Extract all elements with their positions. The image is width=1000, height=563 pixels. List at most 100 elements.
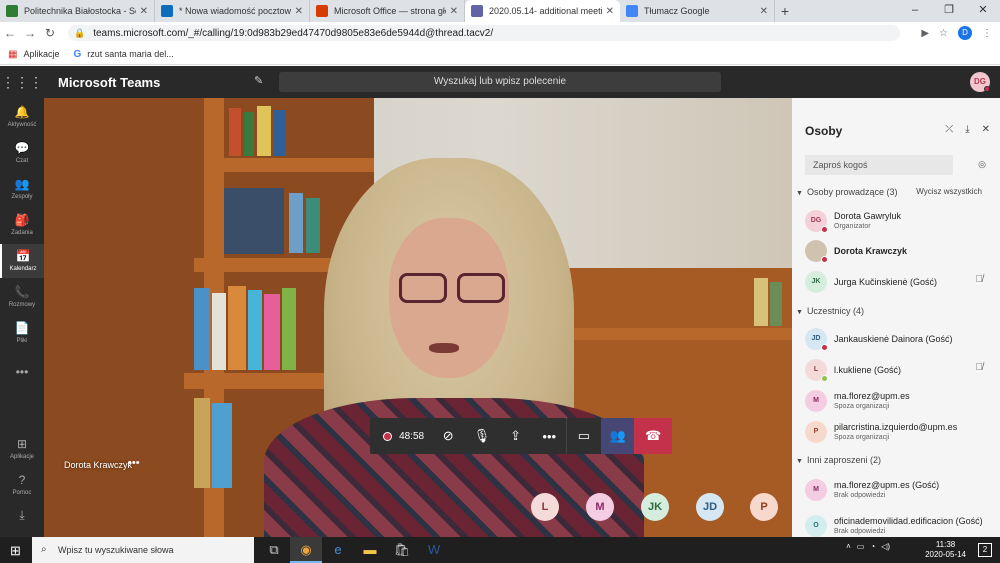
app-launcher-icon[interactable]: ⋮⋮⋮ [0, 74, 44, 91]
notifications-icon[interactable]: 2 [978, 543, 992, 557]
my-avatar[interactable]: DG [970, 72, 990, 92]
mute-all-button[interactable]: Wycisz wszystkich [916, 187, 982, 196]
camera-icon[interactable]: ▶ [921, 28, 929, 39]
mute-all-icon[interactable]: ⤫ [945, 124, 953, 135]
participant-row[interactable]: JK Jurga Kučinskienė (Gość) 🎙̸ [805, 270, 995, 298]
tab-title: * Nowa wiadomość pocztowa [179, 6, 291, 16]
browser-tab[interactable]: Microsoft Office — strona główna ✕ [310, 0, 465, 22]
profile-avatar[interactable]: D [958, 26, 972, 40]
edge-icon[interactable]: e [322, 537, 354, 563]
bookmark-item[interactable]: rzut santa maria del... [87, 49, 174, 59]
mic-off-icon[interactable]: 🎙̸ [976, 362, 984, 373]
system-clock[interactable]: 11:38 2020-05-14 [925, 540, 966, 560]
reload-icon[interactable]: ↻ [40, 26, 60, 40]
close-window-button[interactable]: ✕ [966, 0, 1000, 22]
presence-status-icon [984, 86, 990, 92]
browser-tab[interactable]: Politechnika Białostocka - Serwer ✕ [0, 0, 155, 22]
participant-bubble[interactable]: JD [696, 493, 724, 521]
participant-name: Dorota Krawczyk [834, 246, 908, 256]
rail-item-help[interactable]: ? Pomoc [0, 468, 44, 502]
participants-toggle-button[interactable]: 👥 [600, 418, 635, 454]
close-tab-icon[interactable]: ✕ [295, 6, 303, 17]
participant-bubble[interactable]: JK [641, 493, 669, 521]
my-initials: DG [974, 77, 986, 86]
participant-row[interactable]: JD Jankauskienė Dainora (Gość) [805, 327, 995, 355]
chat-toggle-button[interactable]: ▭ [567, 418, 601, 454]
section-header-invited[interactable]: ▼ Inni zaproszeni (2) [796, 455, 996, 465]
chrome-icon[interactable]: ◉ [290, 537, 322, 563]
tab-title: Politechnika Białostocka - Serwer [24, 6, 136, 16]
mic-off-icon[interactable]: 🎙̸ [976, 274, 984, 285]
participant-bubble[interactable]: M [586, 493, 614, 521]
network-icon[interactable]: ◔ [870, 542, 875, 551]
rail-item-bell[interactable]: 🔔 Aktywność [0, 100, 44, 134]
chevron-up-icon[interactable]: ˄ [846, 542, 851, 551]
microphone-icon: 🎙 [473, 428, 491, 443]
section-header-presenters[interactable]: ▼ Osoby prowadzące (3) Wycisz wszystkich [796, 187, 996, 197]
back-icon[interactable]: ← [0, 26, 20, 40]
bookmark-apps[interactable]: Aplikacje [23, 49, 59, 59]
maximize-button[interactable]: ❐ [932, 0, 966, 22]
word-icon[interactable]: W [418, 537, 450, 563]
browser-tab[interactable]: Tłumacz Google ✕ [620, 0, 775, 22]
compose-icon[interactable]: ✎ [254, 74, 263, 87]
invite-input[interactable]: Zaproś kogoś [805, 155, 953, 175]
speaker-options-button[interactable]: ••• [128, 457, 140, 469]
minimize-button[interactable]: – [898, 0, 932, 22]
participant-row[interactable]: Mma.florez@upm.es (Gość) Brak odpowiedzi [805, 478, 995, 506]
section-label: Inni zaproszeni (2) [806, 455, 881, 465]
camera-off-button[interactable]: ⊘ [431, 418, 465, 454]
download-icon[interactable]: ⤓ [965, 124, 969, 135]
windows-start-icon[interactable]: ⊞ [10, 543, 21, 559]
store-icon[interactable]: 🛍 [386, 537, 418, 563]
close-tab-icon[interactable]: ✕ [760, 6, 768, 17]
file-explorer-icon[interactable]: ▬ [354, 537, 386, 563]
rail-item-tasks[interactable]: 🎒 Zadania [0, 208, 44, 242]
mic-button[interactable]: 🎙 [465, 418, 499, 454]
participant-role: Brak odpowiedzi [834, 492, 886, 499]
participant-row[interactable]: DG Dorota Gawryluk Organizator [805, 209, 995, 237]
participant-bubble[interactable]: P [750, 493, 778, 521]
participant-row[interactable]: Ooficinademovilidad.edificacion (Gość) Br… [805, 514, 995, 537]
tab-favicon-icon [161, 5, 173, 17]
battery-icon[interactable]: ▭ [857, 542, 865, 551]
rail-item-teams[interactable]: 👥 Zespoły [0, 172, 44, 206]
forward-icon[interactable]: → [20, 26, 40, 40]
rail-item-files[interactable]: 📄 Pliki [0, 316, 44, 350]
rail-item-calendar[interactable]: 📅 Kalendarz [0, 244, 44, 278]
download-app-icon[interactable]: ⤓ [0, 503, 44, 537]
browser-tab[interactable]: * Nowa wiadomość pocztowa ✕ [155, 0, 310, 22]
taskbar-search[interactable]: ⌕ Wpisz tu wyszukiwane słowa [32, 537, 254, 563]
participant-row[interactable]: Mma.florez@upm.es Spoza organizacji [805, 389, 995, 417]
section-header-attendees[interactable]: ▼ Uczestnicy (4) [796, 306, 996, 316]
share-screen-button[interactable]: ⇪ [499, 418, 533, 454]
window-controls: – ❐ ✕ [898, 0, 1000, 22]
camera-off-icon: ⊘ [442, 428, 454, 443]
rail-item-phone[interactable]: 📞 Rozmowy [0, 280, 44, 314]
share-invite-icon[interactable]: ◎ [978, 159, 986, 170]
url-field[interactable]: 🔒 teams.microsoft.com/_#/calling/19:0d98… [68, 25, 900, 41]
rail-item-apps[interactable]: ⊞ Aplikacje [0, 432, 44, 466]
browser-tab[interactable]: 2020.05.14- additional meeti ✕ [465, 0, 620, 22]
rail-item-chat[interactable]: 💬 Czat [0, 136, 44, 170]
close-tab-icon[interactable]: ✕ [140, 6, 148, 17]
search-input[interactable]: Wyszukaj lub wpisz polecenie [279, 72, 721, 92]
close-tab-icon[interactable]: ✕ [450, 6, 458, 17]
tab-title: Tłumacz Google [644, 6, 710, 16]
participant-row[interactable]: Ppilarcristina.izquierdo@upm.es Spoza org… [805, 420, 995, 448]
more-actions-button[interactable]: ••• [532, 418, 566, 454]
hang-up-button[interactable]: ☎ [634, 418, 673, 454]
menu-dots-icon[interactable]: ⋮ [982, 28, 992, 39]
more-apps-icon[interactable]: ••• [0, 360, 44, 394]
teams-header: ⋮⋮⋮ Microsoft Teams ✎ Wyszukaj lub wpisz… [0, 66, 1000, 98]
new-tab-button[interactable]: + [775, 0, 795, 22]
close-tab-icon[interactable]: ✕ [606, 6, 614, 17]
chevron-down-icon: ▼ [796, 458, 803, 465]
participant-row[interactable]: Ll.kukliene (Gość) 🎙̸ [805, 358, 995, 386]
volume-icon[interactable]: ◁) [881, 542, 890, 551]
star-icon[interactable]: ☆ [939, 28, 948, 39]
close-panel-icon[interactable]: ✕ [982, 124, 990, 135]
participant-bubble[interactable]: L [531, 493, 559, 521]
participant-row[interactable]: Dorota Krawczyk [805, 239, 995, 267]
task-view-icon[interactable]: ⧉ [258, 537, 290, 563]
